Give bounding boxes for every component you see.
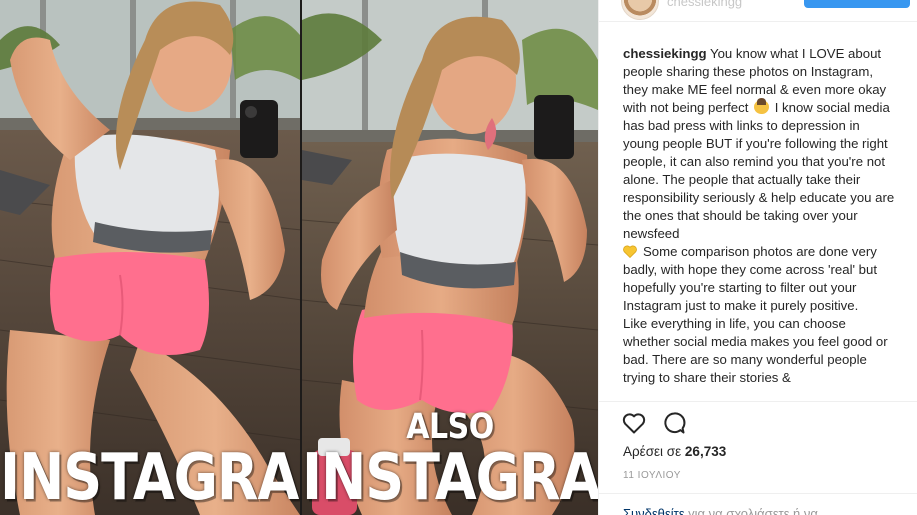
caption-text: chessiekingg You know what I LOVE about … xyxy=(623,45,895,387)
login-link[interactable]: Συνδεθείτε xyxy=(623,506,685,515)
follow-button[interactable] xyxy=(804,0,910,8)
likes-label: Αρέσει σε xyxy=(623,444,682,459)
photo-scene-left xyxy=(0,0,302,515)
post-side-panel: chessiekingg chessiekingg You know what … xyxy=(598,0,917,515)
likes-number: 26,733 xyxy=(684,444,727,459)
right-caption-bottom: INSTAGRAM xyxy=(302,440,598,515)
comparison-photo-left: INSTAGRAM xyxy=(0,0,302,515)
login-prompt: Συνδεθείτε για να σχολιάσετε ή να xyxy=(623,506,818,515)
heart-outline-icon xyxy=(622,413,646,434)
post-actions xyxy=(621,410,687,436)
post-date[interactable]: 11 ΙΟΥΛΙΟΥ xyxy=(623,470,681,481)
login-prompt-text: για να σχολιάσετε ή να xyxy=(688,506,818,515)
caption-username[interactable]: chessiekingg xyxy=(623,46,707,61)
header-username[interactable]: chessiekingg xyxy=(667,0,742,9)
post-header: chessiekingg xyxy=(599,0,917,22)
likes-count[interactable]: Αρέσει σε 26,733 xyxy=(623,444,726,459)
section-divider-bottom xyxy=(599,493,917,494)
woman-tipping-hand-emoji-icon xyxy=(754,98,770,114)
left-caption: INSTAGRAM xyxy=(0,440,302,515)
caption-paragraph-2: I know social media has bad press with l… xyxy=(623,100,895,241)
comparison-photo-right: ALSO INSTAGRAM xyxy=(302,0,598,515)
yellow-heart-emoji-icon xyxy=(623,245,637,258)
section-divider xyxy=(599,401,917,402)
caption-paragraph-4: Like everything in life, you can choose … xyxy=(623,316,892,385)
avatar[interactable] xyxy=(621,0,659,20)
comment-bubble-icon xyxy=(664,412,686,434)
comment-button[interactable] xyxy=(661,410,687,436)
caption-area: chessiekingg You know what I LOVE about … xyxy=(623,45,895,400)
caption-paragraph-3: Some comparison photos are done very bad… xyxy=(623,244,881,313)
post-image[interactable]: INSTAGRAM xyxy=(0,0,598,515)
like-button[interactable] xyxy=(621,410,647,436)
